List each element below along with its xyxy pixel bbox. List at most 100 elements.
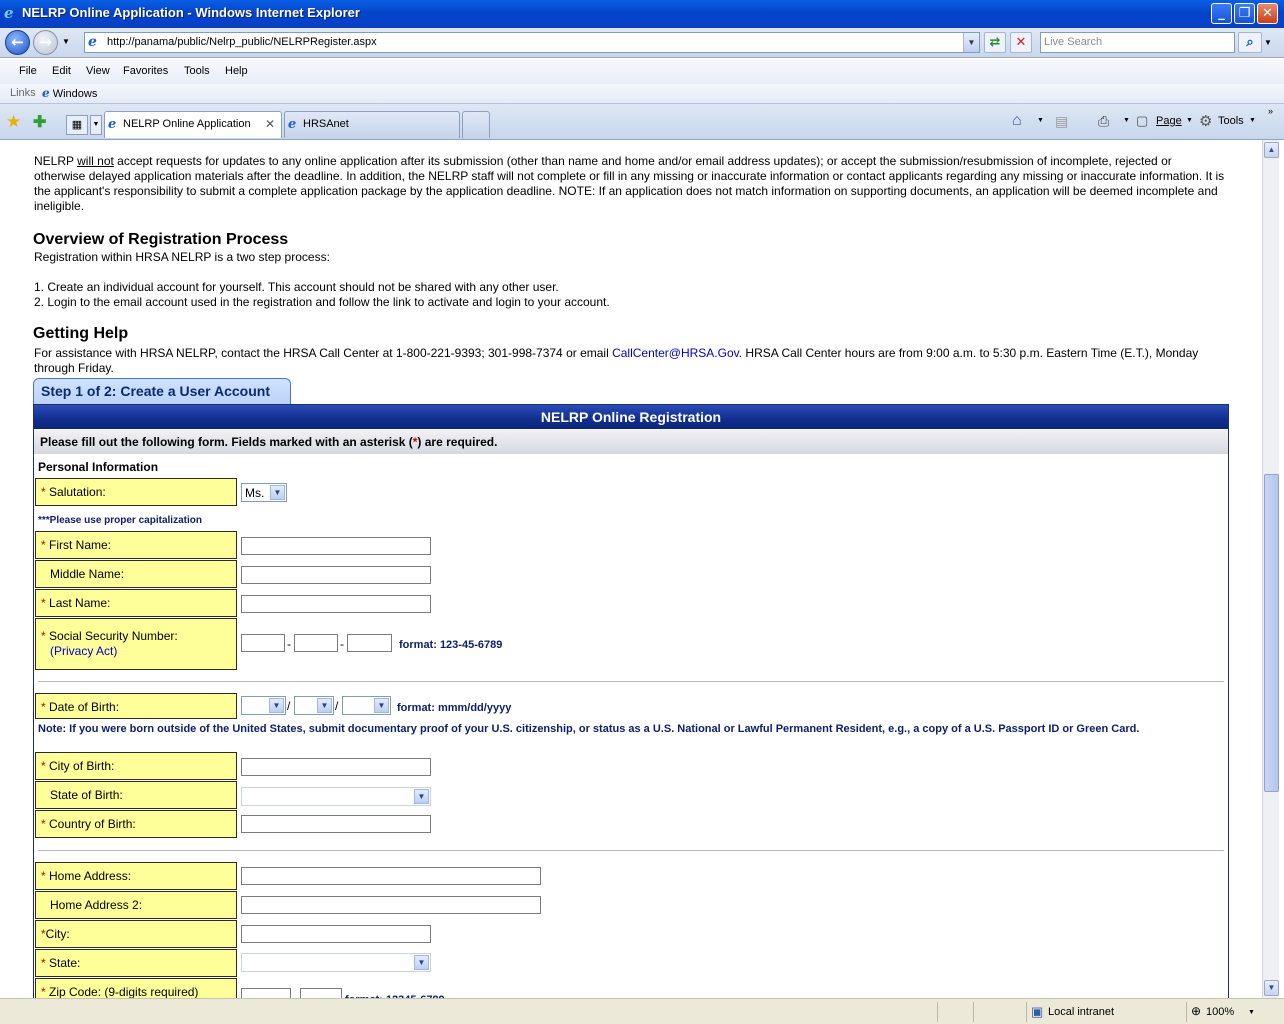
menu-view[interactable]: View [86, 65, 110, 77]
ssn-format-hint: format: 123-45-6789 [399, 639, 503, 651]
address-bar[interactable]: e http://panama/public/Nelrp_public/NELR… [84, 32, 980, 53]
history-dropdown-icon[interactable]: ▼ [62, 37, 70, 46]
search-options-icon[interactable]: ▼ [1264, 38, 1272, 47]
page-dropdown-icon[interactable]: ▼ [1186, 117, 1193, 124]
section-divider [38, 850, 1224, 851]
disclaimer-text: NELRP will not accept requests for updat… [34, 154, 1225, 213]
ssn-part-1[interactable] [241, 634, 285, 652]
home-address-input[interactable] [241, 867, 541, 885]
home-address-2-input[interactable] [241, 896, 541, 914]
title-bar: e NELRP Online Application - Windows Int… [0, 0, 1284, 28]
menu-tools[interactable]: Tools [184, 65, 210, 77]
city-of-birth-input[interactable] [241, 758, 431, 776]
ssn-dash: - [340, 637, 344, 651]
state-select[interactable]: ▼ [241, 953, 431, 972]
links-item-windows[interactable]: e Windows [42, 86, 97, 100]
ssn-part-3[interactable] [347, 634, 392, 652]
zoom-level[interactable]: 100% [1206, 1006, 1234, 1018]
home-address-label: * Home Address: [35, 862, 237, 890]
search-input[interactable]: Live Search [1040, 32, 1235, 53]
dob-day-select[interactable]: ▼ [294, 696, 334, 715]
close-button[interactable]: ✕ [1257, 3, 1278, 24]
home-dropdown-icon[interactable]: ▼ [1037, 117, 1044, 124]
address-toolbar: ← → ▼ e http://panama/public/Nelrp_publi… [0, 28, 1284, 58]
address-dropdown-icon[interactable]: ▼ [963, 33, 979, 52]
step-tab: Step 1 of 2: Create a User Account [33, 378, 291, 404]
city-input[interactable] [241, 925, 431, 943]
call-center-email-link[interactable]: CallCenter@HRSA.Gov [612, 346, 739, 360]
chevron-down-icon: ▼ [269, 698, 284, 713]
menu-favorites[interactable]: Favorites [123, 65, 168, 77]
overview-heading: Overview of Registration Process [33, 231, 289, 248]
ie-tab-icon: e [288, 117, 297, 132]
city-of-birth-label: * City of Birth: [35, 752, 237, 780]
chevron-down-icon: ▼ [414, 955, 429, 970]
add-favorite-icon[interactable]: ✚ [33, 112, 46, 132]
form-instructions: Please fill out the following form. Fiel… [34, 430, 1228, 454]
ie-page-icon: e [42, 86, 50, 100]
tools-dropdown-icon[interactable]: ▼ [1249, 117, 1256, 124]
minimize-button[interactable]: _ [1211, 3, 1232, 24]
print-icon[interactable]: ⎙ [1098, 113, 1109, 130]
country-of-birth-input[interactable] [241, 815, 431, 833]
tab-hrsanet[interactable]: e HRSAnet [284, 111, 460, 138]
salutation-select[interactable]: Ms. ▼ [241, 483, 287, 502]
dob-year-select[interactable]: ▼ [342, 696, 391, 715]
dob-month-select[interactable]: ▼ [241, 696, 286, 715]
back-button[interactable]: ← [5, 30, 30, 55]
page-menu-icon: ▢ [1136, 113, 1149, 128]
zoom-icon: ⊕ [1191, 1004, 1202, 1018]
menu-help[interactable]: Help [225, 65, 248, 77]
section-divider [38, 681, 1224, 682]
ssn-part-2[interactable] [294, 634, 338, 652]
state-of-birth-label: State of Birth: [35, 781, 237, 809]
menu-file[interactable]: File [19, 65, 37, 77]
ssn-dash: - [287, 637, 291, 651]
stop-icon[interactable]: ✕ [1010, 32, 1032, 53]
print-dropdown-icon[interactable]: ▼ [1123, 117, 1130, 124]
last-name-input[interactable] [241, 595, 431, 613]
quick-tabs-icon[interactable]: ▦ [66, 115, 88, 135]
dob-format-hint: format: mmm/dd/yyyy [397, 702, 512, 714]
home-address-2-label: Home Address 2: [35, 891, 237, 919]
tab-nelrp[interactable]: e NELRP Online Application ✕ [104, 111, 282, 138]
scroll-down-icon[interactable]: ▼ [1264, 980, 1279, 996]
page-icon: e [88, 34, 97, 50]
scroll-up-icon[interactable]: ▲ [1264, 142, 1279, 158]
scrollbar-thumb[interactable] [1264, 474, 1279, 792]
tab-close-icon[interactable]: ✕ [265, 117, 275, 131]
home-icon[interactable]: ⌂ [1012, 112, 1022, 130]
menu-edit[interactable]: Edit [52, 65, 71, 77]
middle-name-input[interactable] [241, 566, 431, 584]
page-menu[interactable]: Page [1156, 115, 1182, 127]
status-divider [1026, 1002, 1027, 1022]
zoom-dropdown-icon[interactable]: ▼ [1248, 1009, 1255, 1016]
salutation-label: * Salutation: [35, 478, 237, 506]
links-label: Links [10, 87, 36, 99]
refresh-icon[interactable]: ⇄ [984, 32, 1006, 53]
feeds-icon[interactable]: ▤ [1055, 113, 1068, 130]
new-tab-button[interactable] [462, 111, 490, 138]
dob-label: * Date of Birth: [35, 693, 237, 719]
privacy-act-link[interactable]: (Privacy Act) [41, 644, 117, 658]
favorites-star-icon[interactable]: ★ [6, 112, 21, 132]
tools-menu[interactable]: Tools [1218, 115, 1244, 127]
vertical-scrollbar[interactable]: ▲ ▼ [1262, 140, 1279, 998]
tab-list-icon[interactable]: ▼ [90, 115, 102, 135]
forward-button[interactable]: → [33, 30, 58, 55]
address-url: http://panama/public/Nelrp_public/NELRPR… [107, 36, 377, 48]
chevron-down-icon: ▼ [317, 698, 332, 713]
dob-slash: / [335, 699, 339, 713]
state-label: * State: [35, 949, 237, 977]
overview-step-1: 1. Create an individual account for your… [34, 280, 559, 294]
birth-documentation-note: Note: If you were born outside of the Un… [38, 723, 1140, 735]
chevron-more-icon[interactable]: » [1268, 106, 1273, 116]
search-go-icon[interactable]: ⌕ [1238, 32, 1262, 53]
dob-slash: / [287, 699, 291, 713]
maximize-button[interactable]: ❐ [1234, 3, 1255, 24]
chevron-down-icon: ▼ [270, 485, 285, 500]
chevron-down-icon: ▼ [374, 698, 389, 713]
first-name-input[interactable] [241, 537, 431, 555]
window-title: NELRP Online Application - Windows Inter… [22, 5, 360, 20]
state-of-birth-select[interactable]: ▼ [241, 787, 431, 806]
